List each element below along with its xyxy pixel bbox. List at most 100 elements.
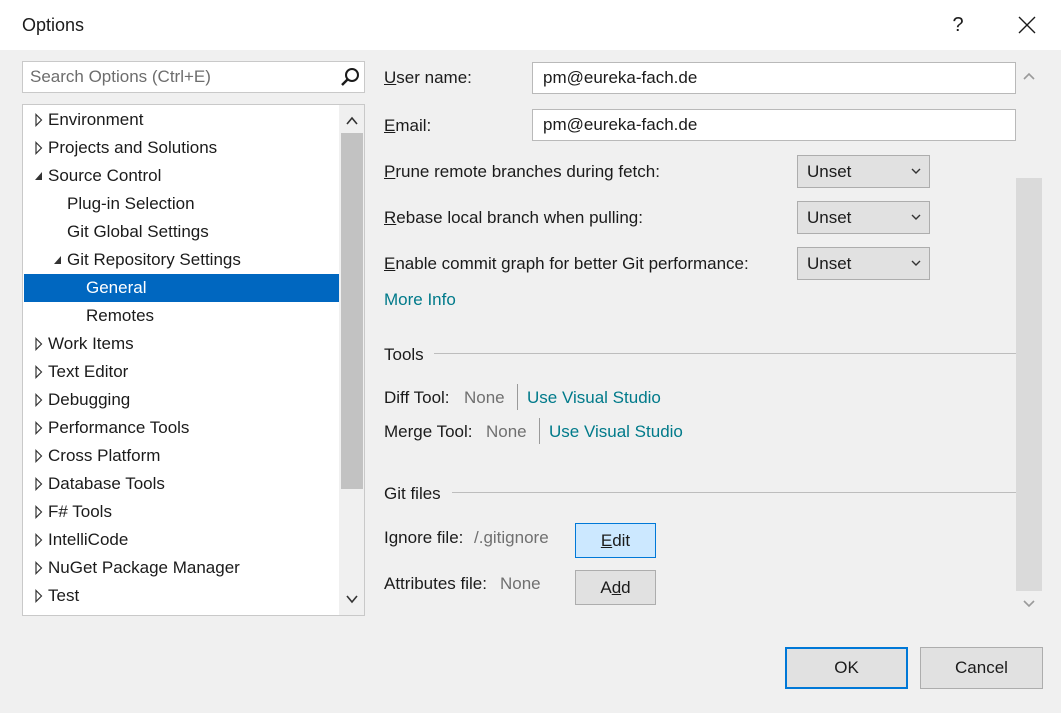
diff-tool-label: Diff Tool: [384, 388, 450, 407]
cancel-button[interactable]: Cancel [920, 647, 1043, 689]
title-bar: Options ? [0, 0, 1061, 50]
search-box [22, 61, 365, 93]
tree-item[interactable]: Cross Platform [24, 442, 339, 470]
help-button[interactable]: ? [944, 10, 972, 40]
tree-item-label: Database Tools [48, 474, 165, 493]
collapsed-arrow-icon[interactable] [33, 470, 45, 498]
tree-item-label: Source Control [48, 166, 162, 185]
collapsed-arrow-icon[interactable] [33, 358, 45, 386]
tree-item[interactable]: Work Items [24, 330, 339, 358]
tree-item[interactable]: Text Editor [24, 358, 339, 386]
chevron-down-icon [911, 214, 921, 220]
email-field[interactable]: pm@eureka-fach.de [532, 109, 1016, 141]
prune-label: Prune remote branches during fetch: [384, 162, 660, 181]
edit-ignore-button[interactable]: Edit [575, 523, 656, 558]
collapsed-arrow-icon[interactable] [33, 582, 45, 610]
tree-item-label: Git Repository Settings [67, 250, 241, 269]
window-title: Options [22, 15, 85, 35]
collapsed-arrow-icon[interactable] [33, 386, 45, 414]
options-tree: Environment Projects and Solutions Source … [22, 104, 365, 616]
add-attributes-button[interactable]: Add [575, 570, 656, 605]
prune-dropdown[interactable]: Unset [797, 155, 930, 188]
close-button[interactable] [1010, 10, 1044, 40]
attributes-file-label: Attributes file: [384, 574, 487, 593]
tree-item-label: Debugging [48, 390, 131, 409]
collapsed-arrow-icon[interactable] [33, 414, 45, 442]
commit-graph-label: Enable commit graph for better Git perfo… [384, 254, 749, 273]
tree-item[interactable]: Plug-in Selection [24, 190, 339, 218]
tools-heading: Tools [384, 345, 424, 364]
ignore-file-value: /.gitignore [474, 528, 549, 547]
tree-item[interactable]: Git Global Settings [24, 218, 339, 246]
collapsed-arrow-icon[interactable] [33, 106, 45, 134]
tree-item[interactable]: Git Repository Settings [24, 246, 339, 274]
tree-item[interactable]: IntelliCode [24, 526, 339, 554]
tree-item-label: Git Global Settings [67, 222, 209, 241]
merge-tool-value: None [486, 422, 527, 441]
tools-divider [434, 353, 1016, 354]
settings-scroll-thumb[interactable] [1016, 178, 1042, 591]
diff-use-visual-studio-link[interactable]: Use Visual Studio [527, 388, 661, 408]
tree-item-label: Projects and Solutions [48, 138, 218, 157]
ignore-file-label: Ignore file: [384, 528, 464, 547]
tree-item[interactable]: NuGet Package Manager [24, 554, 339, 582]
tree-scroll-thumb[interactable] [341, 133, 363, 489]
git-files-divider [452, 492, 1016, 493]
git-files-heading: Git files [384, 484, 441, 503]
more-info-link[interactable]: More Info [384, 290, 456, 310]
commit-graph-dropdown[interactable]: Unset [797, 247, 930, 280]
tree-item[interactable]: Database Tools [24, 470, 339, 498]
tree-item-label: General [86, 278, 147, 297]
scroll-up-icon[interactable] [339, 107, 364, 133]
tree-item-label: Test [48, 586, 80, 605]
prune-value: Unset [807, 162, 852, 181]
tree-item[interactable]: Source Control [24, 162, 339, 190]
collapsed-arrow-icon[interactable] [33, 526, 45, 554]
search-input[interactable] [23, 62, 333, 92]
expanded-arrow-icon[interactable] [33, 162, 45, 190]
scroll-down-icon[interactable] [1016, 594, 1042, 614]
tree-scrollbar[interactable] [339, 105, 364, 615]
diff-tool-value: None [464, 388, 505, 407]
merge-tool-label: Merge Tool: [384, 422, 473, 441]
rebase-dropdown[interactable]: Unset [797, 201, 930, 234]
merge-use-visual-studio-link[interactable]: Use Visual Studio [549, 422, 683, 442]
email-label: Email: [384, 116, 432, 135]
tree-item-label: Work Items [48, 334, 134, 353]
tree-item[interactable]: Performance Tools [24, 414, 339, 442]
tree-item-label: Text Editor [48, 362, 129, 381]
collapsed-arrow-icon[interactable] [33, 554, 45, 582]
ok-button[interactable]: OK [785, 647, 908, 689]
expanded-arrow-icon[interactable] [52, 246, 64, 274]
scroll-up-icon[interactable] [1016, 66, 1042, 86]
chevron-down-icon [911, 260, 921, 266]
tree-item-label: IntelliCode [48, 530, 129, 549]
collapsed-arrow-icon[interactable] [33, 498, 45, 526]
collapsed-arrow-icon[interactable] [33, 330, 45, 358]
rebase-label: Rebase local branch when pulling: [384, 208, 643, 227]
merge-separator [539, 418, 540, 444]
chevron-down-icon [911, 168, 921, 174]
tree-item-label: NuGet Package Manager [48, 558, 240, 577]
user-name-label: User name: [384, 68, 472, 87]
settings-scrollbar[interactable] [1016, 62, 1042, 614]
attributes-file-value: None [500, 574, 541, 593]
tree-item[interactable]: Debugging [24, 386, 339, 414]
search-icon[interactable] [340, 67, 360, 87]
user-name-field[interactable]: pm@eureka-fach.de [532, 62, 1016, 94]
tree-item[interactable]: Environment [24, 106, 339, 134]
tree-item-label: Plug-in Selection [67, 194, 195, 213]
tree-item-label: Cross Platform [48, 446, 161, 465]
tree-item-label: Environment [48, 110, 144, 129]
commit-graph-value: Unset [807, 254, 852, 273]
collapsed-arrow-icon[interactable] [33, 442, 45, 470]
scroll-down-icon[interactable] [339, 587, 364, 613]
tree-item[interactable]: General [24, 274, 339, 302]
tree-item[interactable]: F# Tools [24, 498, 339, 526]
tree-item[interactable]: Projects and Solutions [24, 134, 339, 162]
diff-separator [517, 384, 518, 410]
collapsed-arrow-icon[interactable] [33, 134, 45, 162]
tree-item[interactable]: Remotes [24, 302, 339, 330]
tree-item[interactable]: Test [24, 582, 339, 610]
tree-item-label: F# Tools [48, 502, 112, 521]
